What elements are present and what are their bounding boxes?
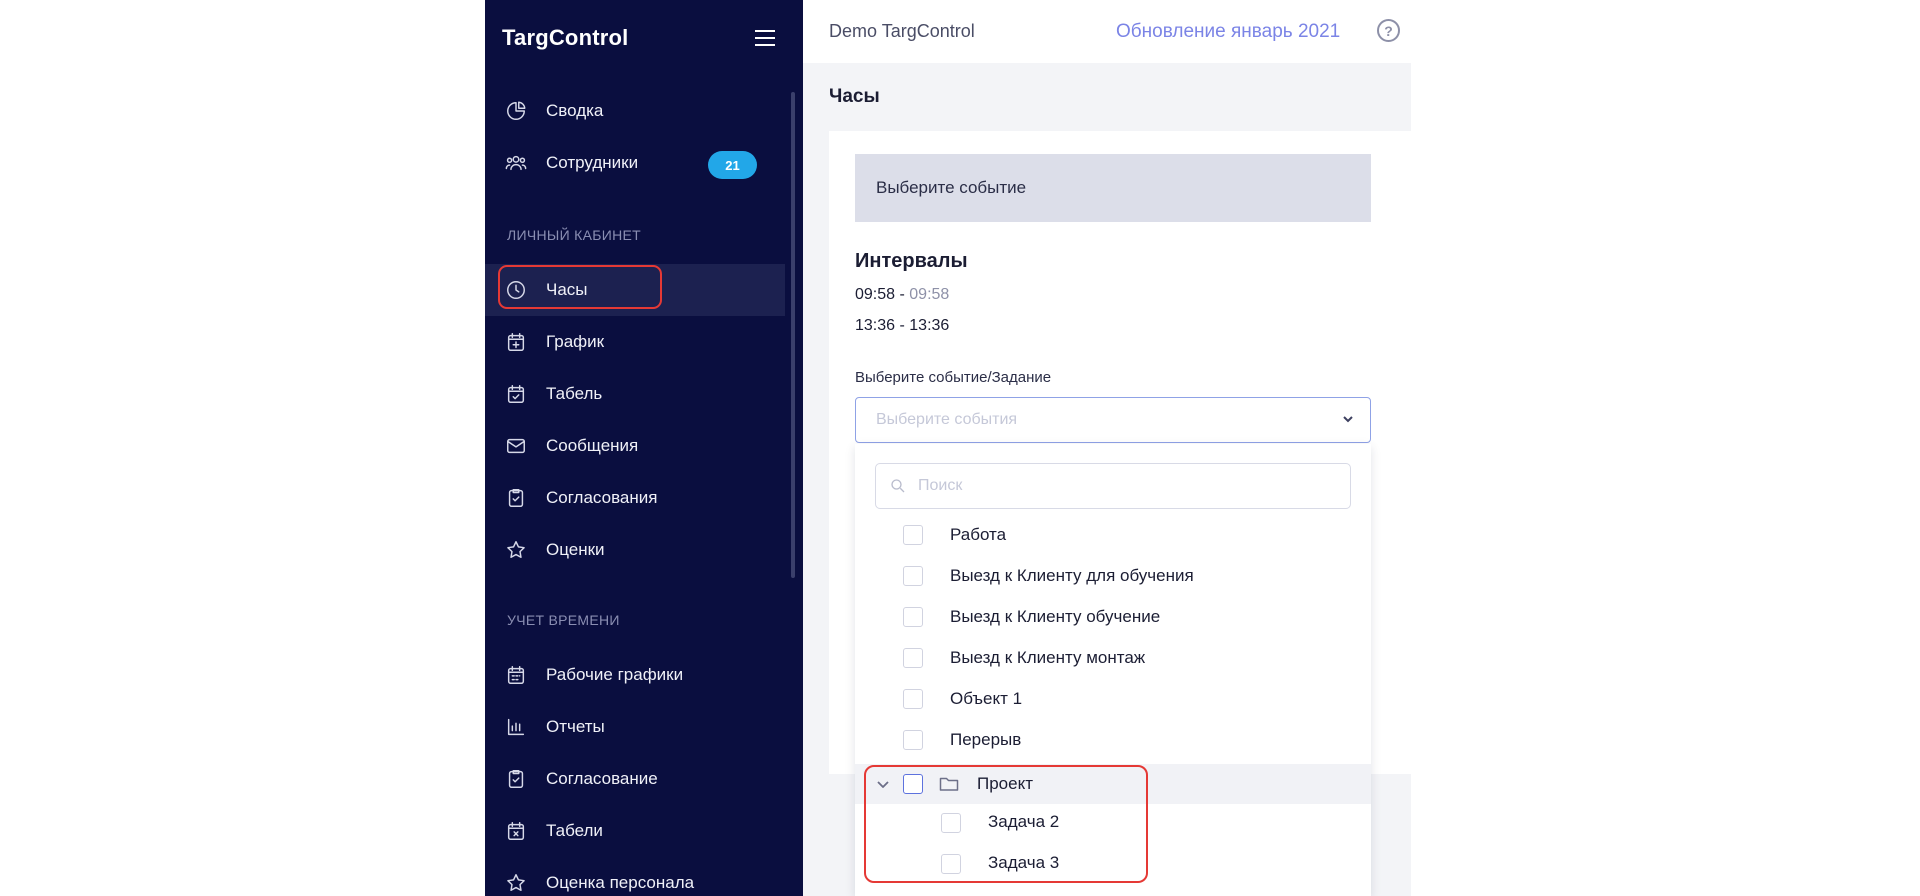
option-checkbox[interactable] [903,689,923,709]
dropdown-option[interactable]: Перерыв [855,720,1371,760]
page-title: Часы [829,86,880,107]
folder-checkbox[interactable] [903,774,923,794]
option-checkbox[interactable] [903,525,923,545]
dropdown-child-option[interactable]: Задача 2 [855,803,1371,843]
chevron-down-icon[interactable] [875,776,891,792]
sidebar-item-label: Согласования [546,488,658,507]
intervals-title: Интервалы [855,250,968,272]
dropdown-option[interactable]: Работа [855,515,1371,555]
event-task-label: Выберите событие/Задание [855,369,1052,386]
section-title-time: УЧЕТ ВРЕМЕНИ [507,612,620,628]
sidebar-item-label: Оценка персонала [546,873,695,892]
section-title-personal: ЛИЧНЫЙ КАБИНЕТ [507,227,641,243]
sidebar-item-hours[interactable]: Часы [485,264,785,316]
sidebar-item-staff-rating[interactable]: Оценка персонала [485,857,785,896]
sidebar-item-employees[interactable]: Сотрудники 21 [485,137,785,189]
calendar-grid-icon [505,664,527,686]
interval-row: 13:36 - 13:36 [855,317,950,334]
sidebar-item-label: Сообщения [546,436,639,455]
interval-end: 09:58 [909,286,950,303]
sidebar-item-approvals[interactable]: Согласования [485,472,785,524]
pie-chart-icon [505,100,527,122]
option-checkbox[interactable] [941,854,961,874]
option-label: Выезд к Клиенту монтаж [950,648,1146,667]
sidebar-item-summary[interactable]: Сводка [485,85,785,137]
dropdown-option[interactable]: Выезд к Клиенту монтаж [855,638,1371,678]
calendar-x-icon [505,820,527,842]
update-link[interactable]: Обновление январь 2021 [1116,21,1340,43]
clock-icon [505,279,527,301]
sidebar-item-label: Часы [546,280,588,299]
sidebar-item-work-schedules[interactable]: Рабочие графики [485,649,785,701]
sidebar-item-label: Оценки [546,540,605,559]
employees-count-badge: 21 [708,151,757,179]
bar-chart-icon [505,716,527,738]
option-label: Выезд к Клиенту обучение [950,607,1161,626]
select-placeholder: Выберите события [876,411,1018,428]
sidebar-item-timesheet[interactable]: Табель [485,368,785,420]
calendar-check-icon [505,383,527,405]
dropdown-option[interactable]: Объект 1 [855,679,1371,719]
option-label: Задача 2 [988,812,1060,831]
star-icon [505,539,527,561]
menu-icon[interactable] [755,30,775,47]
clipboard-check-icon [505,768,527,790]
calendar-plus-icon [505,331,527,353]
event-dropdown: Поиск Работа Выезд к Клиенту для обучени… [855,444,1371,896]
help-icon[interactable]: ? [1377,19,1400,42]
chevron-down-icon [1340,411,1356,427]
interval-start: 13:36 [855,317,896,334]
sidebar-item-label: Отчеты [546,717,605,736]
sidebar-item-ratings[interactable]: Оценки [485,524,785,576]
folder-icon [939,776,959,792]
dropdown-option[interactable]: Выезд к Клиенту для обучения [855,556,1371,596]
main-content: Demo TargControl Обновление январь 2021 … [803,0,1411,896]
mail-icon [505,435,527,457]
users-icon [505,152,527,174]
search-input[interactable]: Поиск [875,463,1351,509]
sidebar-item-messages[interactable]: Сообщения [485,420,785,472]
star-icon [505,872,527,894]
sidebar-item-reports[interactable]: Отчеты [485,701,785,753]
sidebar-item-label: Сотрудники [546,153,639,172]
sidebar-item-label: График [546,332,605,351]
option-label: Работа [950,525,1007,544]
sidebar: TargControl Сводка Сотрудники 21 ЛИЧНЫЙ … [485,0,803,896]
sidebar-scrollbar[interactable] [791,92,795,578]
logo: TargControl [502,25,629,50]
sidebar-item-label: Рабочие графики [546,665,684,684]
option-label: Перерыв [950,730,1022,749]
workspace-name: Demo TargControl [829,21,975,41]
clipboard-check-icon [505,487,527,509]
option-checkbox[interactable] [941,813,961,833]
search-placeholder: Поиск [918,477,963,494]
sidebar-item-approval[interactable]: Согласование [485,753,785,805]
sidebar-item-label: Согласование [546,769,658,788]
option-checkbox[interactable] [903,566,923,586]
event-task-select[interactable]: Выберите события [855,397,1371,443]
sidebar-item-timesheets[interactable]: Табели [485,805,785,857]
top-bar: Demo TargControl Обновление январь 2021 … [803,0,1411,63]
option-label: Выезд к Клиенту для обучения [950,566,1194,585]
option-label: Объект 1 [950,689,1023,708]
interval-end: 13:36 [909,317,950,334]
folder-option-project[interactable]: Проект [855,764,1371,804]
option-label: Задача 3 [988,853,1060,872]
dropdown-child-option[interactable]: Задача 3 [855,844,1371,884]
event-select-button[interactable]: Выберите событие [855,154,1371,222]
option-checkbox[interactable] [903,607,923,627]
folder-label: Проект [977,774,1033,793]
interval-start: 09:58 [855,286,896,303]
sidebar-item-schedule[interactable]: График [485,316,785,368]
option-checkbox[interactable] [903,648,923,668]
interval-row: 09:58 - 09:58 [855,286,950,303]
sidebar-item-label: Табель [546,384,603,403]
sidebar-item-label: Сводка [546,101,604,120]
option-checkbox[interactable] [903,730,923,750]
sidebar-item-label: Табели [546,821,603,840]
search-icon [891,479,905,493]
dropdown-option[interactable]: Выезд к Клиенту обучение [855,597,1371,637]
app-window: TargControl Сводка Сотрудники 21 ЛИЧНЫЙ … [485,0,1411,896]
